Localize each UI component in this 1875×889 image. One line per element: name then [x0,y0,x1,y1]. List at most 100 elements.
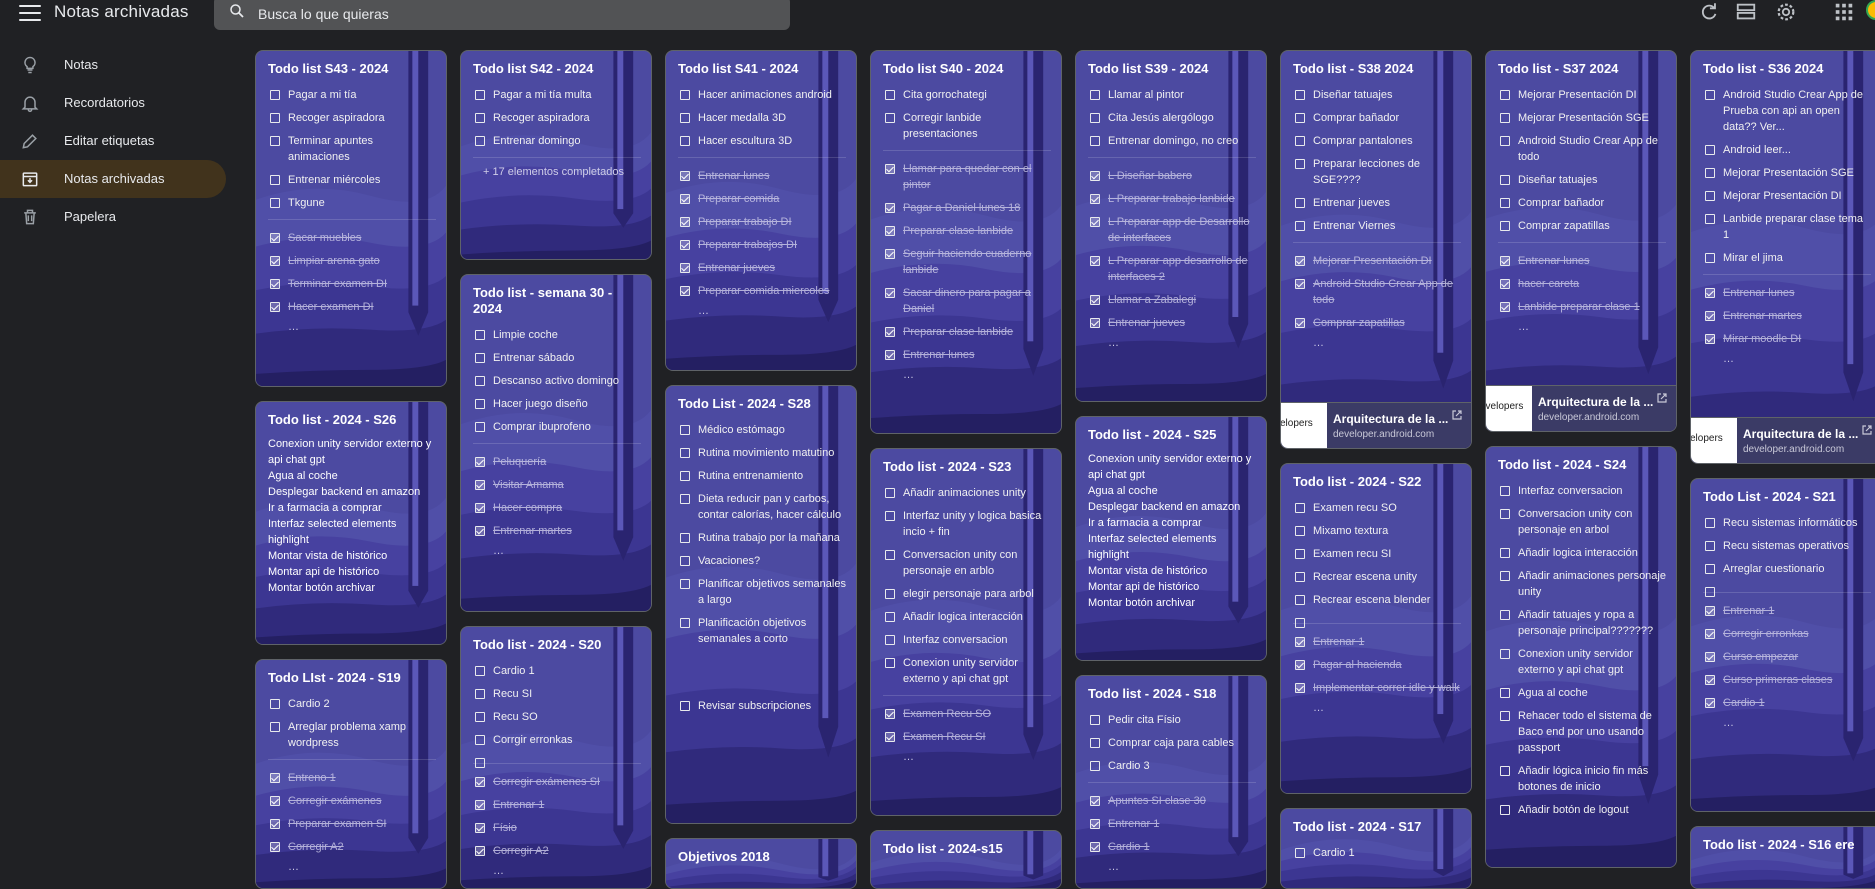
checkbox[interactable] [680,425,690,435]
checkbox[interactable] [1500,610,1510,620]
checkbox[interactable] [1295,221,1305,231]
note-card-s36[interactable]: Todo list - S36 2024 Android Studio Crear… [1690,50,1875,464]
note-card-s37[interactable]: Todo list - S37 2024 Mejorar Presentación… [1485,50,1677,432]
sidebar-item-notas-archivadas[interactable]: Notas archivadas [0,160,226,198]
checkbox[interactable] [1090,761,1100,771]
checkbox-checked[interactable] [270,796,280,806]
checkbox[interactable] [1090,136,1100,146]
checkbox-checked[interactable] [1705,288,1715,298]
checkbox-checked[interactable] [885,226,895,236]
checkbox[interactable] [1705,541,1715,551]
checkbox-checked[interactable] [1090,842,1100,852]
checkbox-checked[interactable] [1090,796,1100,806]
note-card-s18[interactable]: Todo list - 2024 - S18 Pedir cita Físio Co… [1075,675,1267,889]
checkbox-checked[interactable] [1705,606,1715,616]
checkbox[interactable] [885,90,895,100]
checkbox[interactable] [1705,214,1715,224]
checkbox[interactable] [885,488,895,498]
checkbox-checked[interactable] [270,256,280,266]
checkbox[interactable] [475,113,485,123]
checkbox-checked[interactable] [885,164,895,174]
checkbox[interactable] [1295,159,1305,169]
checkbox-checked[interactable] [475,503,485,513]
checkbox-checked[interactable] [1500,302,1510,312]
checkbox-checked[interactable] [270,233,280,243]
checkbox[interactable] [680,136,690,146]
checkbox-checked[interactable] [475,526,485,536]
checkbox-checked[interactable] [1090,318,1100,328]
checkbox-checked[interactable] [475,823,485,833]
checkbox[interactable] [1500,711,1510,721]
note-card-semana30[interactable]: Todo list - semana 30 - 2024 Limpie coche… [460,274,652,612]
checkbox[interactable] [1500,486,1510,496]
link-preview[interactable]: velopers Arquitectura de la ... developer.… [1281,402,1471,448]
checkbox-checked[interactable] [1090,171,1100,181]
main-menu-icon[interactable] [18,3,42,23]
open-external-icon[interactable] [1451,409,1463,421]
checkbox-checked[interactable] [1090,819,1100,829]
checkbox[interactable] [1500,649,1510,659]
settings-gear-icon[interactable] [1775,1,1797,23]
checkbox[interactable] [1295,90,1305,100]
checkbox-checked[interactable] [1090,194,1100,204]
checkbox-checked[interactable] [1090,256,1100,266]
checkbox-checked[interactable] [1705,311,1715,321]
note-card-s42[interactable]: Todo list S42 - 2024 Pagar a mi tía multa… [460,50,652,260]
checkbox[interactable] [680,113,690,123]
note-card-s26[interactable]: Todo list - 2024 - S26 Conexion unity ser… [255,401,447,645]
checkbox[interactable] [1705,587,1715,597]
checkbox[interactable] [1295,618,1305,628]
note-card-s25[interactable]: Todo list - 2024 - S25 Conexion unity ser… [1075,416,1267,661]
checkbox[interactable] [1705,253,1715,263]
checkbox[interactable] [475,758,485,768]
checkbox-checked[interactable] [1295,256,1305,266]
checkbox[interactable] [680,533,690,543]
refresh-icon[interactable] [1698,1,1720,23]
sidebar-item-editar-etiquetas[interactable]: Editar etiquetas [0,122,226,160]
checkbox[interactable] [680,494,690,504]
checkbox[interactable] [885,589,895,599]
checkbox[interactable] [475,136,485,146]
checkbox-checked[interactable] [1090,295,1100,305]
checkbox[interactable] [270,113,280,123]
checkbox[interactable] [1500,175,1510,185]
checkbox-checked[interactable] [885,350,895,360]
checkbox-checked[interactable] [1295,637,1305,647]
checkbox[interactable] [680,471,690,481]
checkbox[interactable] [1705,168,1715,178]
checkbox-checked[interactable] [1500,256,1510,266]
checkbox[interactable] [475,712,485,722]
checkbox[interactable] [1500,221,1510,231]
note-card-s40[interactable]: Todo list S40 - 2024 Cita gorrochategi Cor… [870,50,1062,434]
checkbox[interactable] [475,666,485,676]
checkbox-checked[interactable] [475,480,485,490]
checkbox-checked[interactable] [1295,279,1305,289]
checkbox-checked[interactable] [1295,683,1305,693]
checkbox-checked[interactable] [475,457,485,467]
checkbox[interactable] [475,90,485,100]
open-external-icon[interactable] [1656,392,1668,404]
checkbox[interactable] [1295,595,1305,605]
note-card-s19[interactable]: Todo LIst - 2024 - S19 Cardio 2 Arreglar p… [255,659,447,889]
checkbox[interactable] [475,353,485,363]
note-card-s20[interactable]: Todo list - 2024 - S20 Cardio 1 Recu SI Rec… [460,626,652,889]
checkbox-checked[interactable] [1705,652,1715,662]
sidebar-item-papelera[interactable]: Papelera [0,198,226,236]
checkbox[interactable] [680,448,690,458]
checkbox-checked[interactable] [885,709,895,719]
sidebar-item-notas[interactable]: Notas [0,46,226,84]
checkbox[interactable] [1295,848,1305,858]
link-preview[interactable]: velopers Arquitectura de la ... developer.… [1691,417,1875,463]
checkbox[interactable] [1500,509,1510,519]
checkbox-checked[interactable] [680,286,690,296]
checkbox[interactable] [475,399,485,409]
checkbox-checked[interactable] [1705,698,1715,708]
checkbox[interactable] [1705,518,1715,528]
checkbox-checked[interactable] [475,846,485,856]
checkbox-checked[interactable] [885,249,895,259]
checkbox[interactable] [885,635,895,645]
checkbox[interactable] [885,550,895,560]
note-card-s23[interactable]: Todo list - 2024 - S23 Añadir animaciones… [870,448,1062,816]
checkbox-checked[interactable] [885,288,895,298]
checkbox[interactable] [680,579,690,589]
